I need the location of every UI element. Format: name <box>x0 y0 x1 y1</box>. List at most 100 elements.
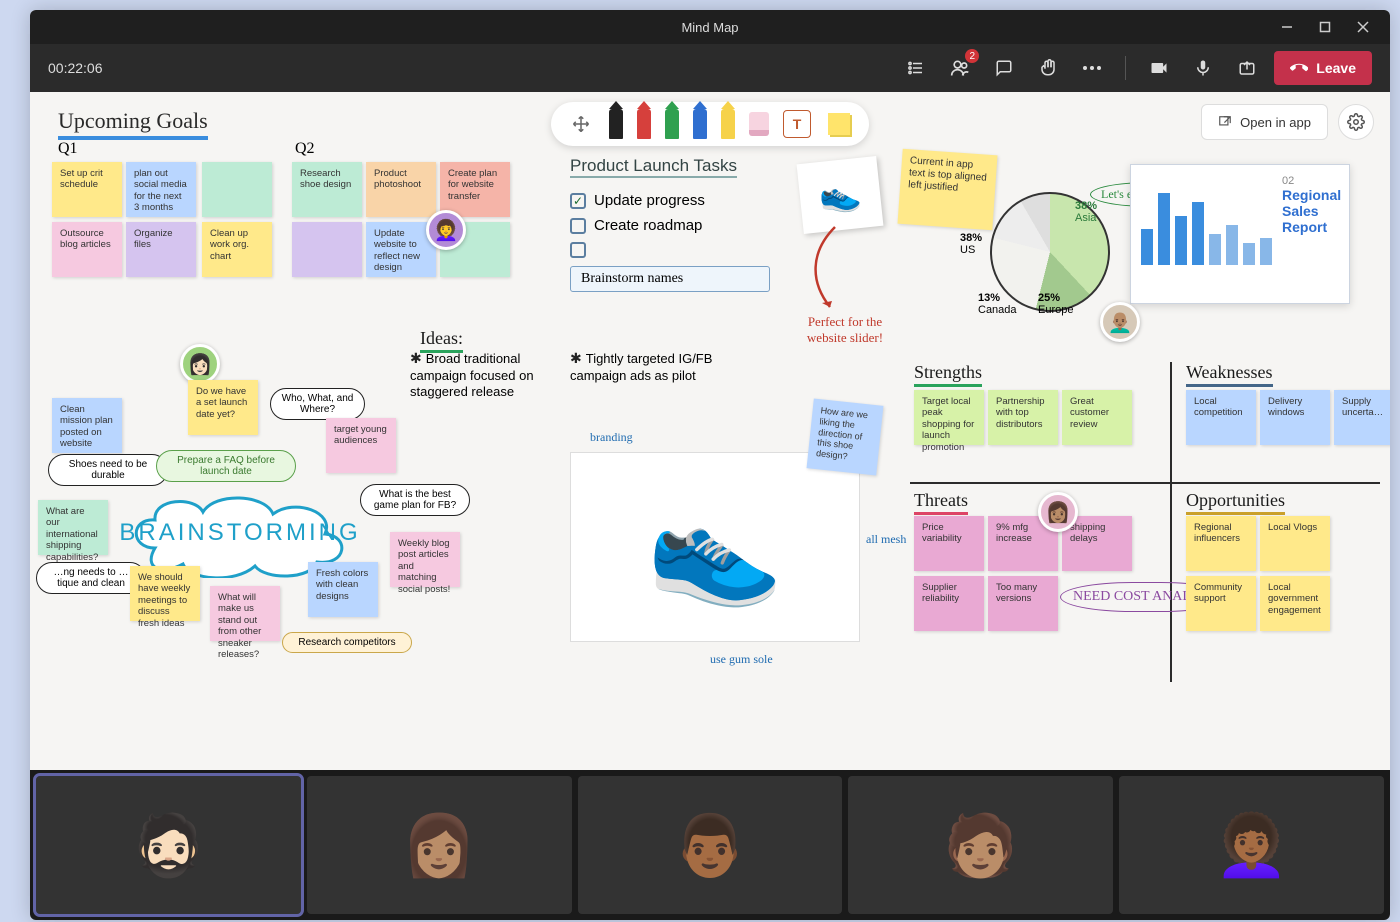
camera-icon[interactable] <box>1142 51 1176 85</box>
move-tool-icon[interactable] <box>567 110 595 138</box>
leave-label: Leave <box>1316 60 1356 76</box>
shoe-sketch[interactable]: 👟 <box>570 452 860 642</box>
sneaker-photo-icon: 👟 <box>817 173 863 217</box>
sticky-note[interactable]: What are our international shipping capa… <box>38 500 108 555</box>
sticky-note[interactable]: Supply uncerta… <box>1334 390 1390 445</box>
thought-bubble[interactable]: Prepare a FAQ before launch date <box>156 450 296 482</box>
doc-title: Regional Sales Report <box>1282 187 1341 235</box>
sticky-note[interactable]: Do we have a set launch date yet? <box>188 380 258 435</box>
sticky-note[interactable]: Too many versions <box>988 576 1058 631</box>
checkbox-icon[interactable]: ✓ <box>570 193 586 209</box>
annotation: branding <box>590 430 633 445</box>
sticky-note[interactable]: Local government engagement <box>1260 576 1330 631</box>
participant-tile[interactable]: 👩🏾‍🦱 <box>1119 776 1384 914</box>
more-icon[interactable] <box>1075 51 1109 85</box>
sticky-note[interactable]: Clean mission plan posted on website <box>52 398 122 453</box>
people-icon[interactable]: 2 <box>943 51 977 85</box>
sticky-note[interactable]: Great customer review <box>1062 390 1132 445</box>
sticky-q1-5[interactable]: Clean up work org. chart <box>202 222 272 277</box>
mini-bar-chart <box>1141 175 1272 265</box>
annotation: all mesh <box>866 532 906 547</box>
sticky-q2-2[interactable]: Create plan for website transfer <box>440 162 510 217</box>
avatar: 👨🏽‍🦲 <box>1100 302 1140 342</box>
checkbox-icon[interactable] <box>570 218 586 234</box>
participant-tile[interactable]: 👩🏽 <box>307 776 572 914</box>
roster-icon[interactable] <box>899 51 933 85</box>
q2-label: Q2 <box>295 140 315 158</box>
thought-bubble[interactable]: Research competitors <box>282 632 412 653</box>
sticky-note[interactable]: How are we liking the direction of this … <box>807 399 884 476</box>
mic-icon[interactable] <box>1186 51 1220 85</box>
sticky-note[interactable]: target young audiences <box>326 418 396 473</box>
sticky-q1-4[interactable]: Organize files <box>126 222 196 277</box>
meeting-toolbar: 00:22:06 2 Leave <box>30 44 1390 92</box>
sticky-q1-3[interactable]: Outsource blog articles <box>52 222 122 277</box>
sticky-note[interactable]: Weekly blog post articles and matching s… <box>390 532 460 587</box>
meeting-timer: 00:22:06 <box>48 60 103 76</box>
chat-icon[interactable] <box>987 51 1021 85</box>
task-item[interactable]: ✓Update progress <box>570 192 770 209</box>
photo-caption: Perfect for the website slider! <box>790 314 900 346</box>
thought-bubble[interactable]: Who, What, and Where? <box>270 388 365 420</box>
participant-tile[interactable]: 👨🏾 <box>578 776 843 914</box>
sticky-q2-0[interactable]: Research shoe design <box>292 162 362 217</box>
avatar: 👩🏻 <box>180 344 220 384</box>
sticky-q1-0[interactable]: Set up crit schedule <box>52 162 122 217</box>
task-new-input[interactable] <box>570 266 770 292</box>
swot-divider <box>910 482 1380 484</box>
task-checklist: Product Launch Tasks ✓Update progress Cr… <box>570 156 770 292</box>
sticky-q2-3[interactable] <box>292 222 362 277</box>
sticky-note[interactable]: Local competition <box>1186 390 1256 445</box>
minimize-button[interactable] <box>1274 14 1300 40</box>
sticky-note-tool[interactable] <box>825 110 853 138</box>
whiteboard-canvas[interactable]: T Open in app Upcoming Goals Q1 Q2 Set u… <box>30 92 1390 770</box>
leave-button[interactable]: Leave <box>1274 51 1372 85</box>
participant-tile[interactable]: 🧑🏽 <box>848 776 1113 914</box>
embedded-doc[interactable]: 02 Regional Sales Report <box>1130 164 1350 304</box>
sticky-note[interactable]: Target local peak shopping for launch pr… <box>914 390 984 445</box>
text-tool-icon[interactable]: T <box>783 110 811 138</box>
idea-item: ✱Broad traditional campaign focused on s… <box>410 350 560 400</box>
task-item[interactable]: Create roadmap <box>570 217 770 234</box>
whiteboard-toolbar: T <box>551 102 869 146</box>
sticky-note[interactable]: Current in app text is top aligned left … <box>897 149 997 230</box>
sticky-q1-2[interactable] <box>202 162 272 217</box>
checkbox-icon[interactable] <box>570 242 586 258</box>
sticky-q1-1[interactable]: plan out social media for the next 3 mon… <box>126 162 196 217</box>
q1-label: Q1 <box>58 140 78 158</box>
maximize-button[interactable] <box>1312 14 1338 40</box>
thought-bubble[interactable]: Shoes need to be durable <box>48 454 168 486</box>
participant-tile[interactable]: 🧔🏻 <box>36 776 301 914</box>
sticky-note[interactable]: Regional influencers <box>1186 516 1256 571</box>
titlebar: Mind Map <box>30 10 1390 44</box>
task-item[interactable] <box>570 242 770 258</box>
open-in-app-button[interactable]: Open in app <box>1201 104 1328 140</box>
pen-black[interactable] <box>609 109 623 139</box>
open-in-app-label: Open in app <box>1240 115 1311 130</box>
close-button[interactable] <box>1350 14 1376 40</box>
sticky-note[interactable]: What will make us stand out from other s… <box>210 586 280 641</box>
raise-hand-icon[interactable] <box>1031 51 1065 85</box>
pen-green[interactable] <box>665 109 679 139</box>
pen-red[interactable] <box>637 109 651 139</box>
people-badge: 2 <box>965 49 979 63</box>
share-icon[interactable] <box>1230 51 1264 85</box>
sticky-q2-1[interactable]: Product photoshoot <box>366 162 436 217</box>
sticky-note[interactable]: Partnership with top distributors <box>988 390 1058 445</box>
settings-icon[interactable] <box>1338 104 1374 140</box>
idea-item: ✱Tightly targeted IG/FB campaign ads as … <box>570 350 720 384</box>
sticky-note[interactable]: Local Vlogs <box>1260 516 1330 571</box>
sticky-note[interactable]: Community support <box>1186 576 1256 631</box>
thought-bubble[interactable]: What is the best game plan for FB? <box>360 484 470 516</box>
sticky-note[interactable]: We should have weekly meetings to discus… <box>130 566 200 621</box>
participant-strip: 🧔🏻 👩🏽 👨🏾 🧑🏽 👩🏾‍🦱 <box>30 770 1390 920</box>
separator <box>1125 56 1126 80</box>
pen-yellow[interactable] <box>721 109 735 139</box>
sticky-note[interactable]: Fresh colors with clean designs <box>308 562 378 617</box>
eraser-tool[interactable] <box>749 112 769 136</box>
threats-title: Threats <box>914 490 968 515</box>
sticky-note[interactable]: Delivery windows <box>1260 390 1330 445</box>
pen-blue[interactable] <box>693 109 707 139</box>
sticky-note[interactable]: Price variability <box>914 516 984 571</box>
sticky-note[interactable]: Supplier reliability <box>914 576 984 631</box>
